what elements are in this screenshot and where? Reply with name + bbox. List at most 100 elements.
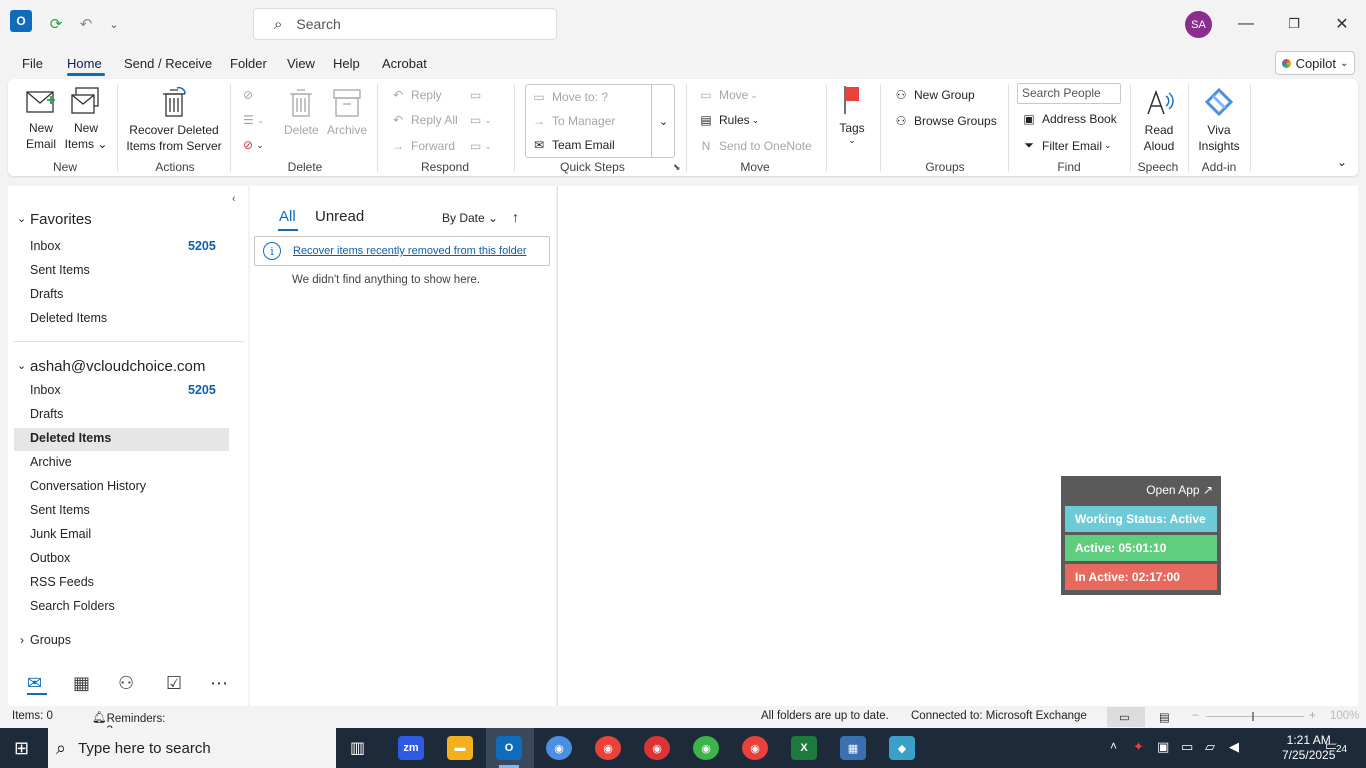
- filter-email-button[interactable]: ⏷ Filter Email ⌄: [1021, 138, 1111, 153]
- chrome-icon[interactable]: ◉: [546, 736, 572, 760]
- app-icon[interactable]: ◆: [889, 736, 915, 760]
- filter-tab-all[interactable]: All: [279, 208, 296, 225]
- tags-button[interactable]: Tags ⌄: [834, 84, 870, 145]
- acrobat-tray-icon[interactable]: ✦: [1133, 739, 1144, 755]
- task-view-icon[interactable]: ▥: [350, 738, 365, 758]
- copilot-button[interactable]: Copilot ⌄: [1275, 51, 1355, 75]
- folder-sent-items[interactable]: Sent Items: [30, 503, 90, 517]
- send-to-onenote-button[interactable]: N Send to OneNote: [698, 139, 812, 153]
- folder-drafts[interactable]: Drafts: [30, 407, 63, 421]
- tray-icon[interactable]: ▣: [1157, 739, 1169, 755]
- recover-items-link[interactable]: Recover items recently removed from this…: [293, 245, 527, 257]
- quick-step-move-to[interactable]: ▭ Move to: ?: [531, 90, 608, 104]
- taskbar-search-input[interactable]: ⌕ Type here to search: [48, 728, 336, 768]
- new-group-button[interactable]: ⚇ New Group: [893, 88, 975, 102]
- maximize-icon[interactable]: ❐: [1282, 12, 1306, 36]
- sort-by-button[interactable]: By Date ⌄: [442, 211, 498, 225]
- calendar-icon[interactable]: ▦: [73, 673, 90, 694]
- zoom-in-icon[interactable]: +: [1309, 710, 1316, 722]
- close-icon[interactable]: ✕: [1330, 12, 1354, 36]
- collapse-pane-icon[interactable]: ‹: [232, 193, 236, 205]
- calculator-icon[interactable]: ▦: [840, 736, 866, 760]
- folder-conversation-history[interactable]: Conversation History: [30, 479, 146, 493]
- browse-groups-button[interactable]: ⚇ Browse Groups: [893, 114, 997, 128]
- archive-button[interactable]: Archive: [324, 86, 370, 138]
- move-button[interactable]: ▭ Move ⌄: [698, 88, 758, 102]
- dialog-launcher-icon[interactable]: ⬊: [673, 162, 681, 173]
- zoom-app-icon[interactable]: zm: [398, 736, 424, 760]
- windows-start-icon[interactable]: ⊞: [14, 738, 29, 759]
- account-header[interactable]: ashah@vcloudchoice.com: [30, 358, 205, 375]
- file-explorer-icon[interactable]: ▬: [447, 736, 473, 760]
- chrome-icon[interactable]: ◉: [644, 736, 670, 760]
- tab-send-receive[interactable]: Send / Receive: [124, 54, 212, 73]
- tab-acrobat[interactable]: Acrobat: [382, 54, 427, 73]
- chevron-down-icon[interactable]: ⌄: [17, 359, 26, 372]
- open-app-button[interactable]: Open App ↗: [1146, 483, 1213, 497]
- search-people-input[interactable]: Search People: [1017, 83, 1121, 104]
- junk-icon[interactable]: ⊘ ⌄: [243, 138, 264, 152]
- folder-archive[interactable]: Archive: [30, 455, 72, 469]
- tab-help[interactable]: Help: [333, 54, 360, 73]
- quick-steps-more-button[interactable]: ⌄: [651, 84, 675, 158]
- chrome-icon[interactable]: ◉: [742, 736, 768, 760]
- address-book-button[interactable]: ▣ Address Book: [1021, 112, 1116, 126]
- zoom-slider[interactable]: [1206, 716, 1304, 717]
- folder-inbox[interactable]: Inbox: [30, 383, 61, 397]
- chrome-icon[interactable]: ◉: [595, 736, 621, 760]
- sort-direction-icon[interactable]: ↑: [512, 209, 519, 225]
- folder-outbox[interactable]: Outbox: [30, 551, 70, 565]
- delete-button[interactable]: Delete: [284, 86, 319, 138]
- tab-file[interactable]: File: [22, 54, 43, 73]
- zoom-level[interactable]: 100%: [1330, 710, 1359, 722]
- excel-icon[interactable]: X: [791, 736, 817, 760]
- favorites-header[interactable]: Favorites: [30, 211, 92, 228]
- forward-button[interactable]: → Forward: [390, 139, 455, 153]
- fav-deleted-items[interactable]: Deleted Items: [30, 311, 107, 325]
- groups-header[interactable]: Groups: [30, 633, 71, 647]
- tasks-icon[interactable]: ☑: [166, 673, 182, 694]
- tab-folder[interactable]: Folder: [230, 54, 267, 73]
- avatar[interactable]: SA: [1185, 11, 1212, 38]
- people-icon[interactable]: ⚇: [118, 673, 134, 694]
- rules-button[interactable]: ▤ Rules ⌄: [698, 113, 759, 127]
- quick-step-to-manager[interactable]: → To Manager: [531, 114, 615, 128]
- minimize-icon[interactable]: —: [1234, 12, 1258, 36]
- chevron-up-icon[interactable]: ˄: [1110, 739, 1117, 753]
- zoom-out-icon[interactable]: −: [1192, 710, 1199, 722]
- chevron-down-icon[interactable]: ⌄: [17, 212, 26, 225]
- volume-icon[interactable]: ◀︎: [1229, 739, 1239, 755]
- customize-toolbar-icon[interactable]: ⌄: [100, 10, 128, 38]
- collapse-ribbon-icon[interactable]: ⌄: [1337, 155, 1347, 169]
- outlook-taskbar-icon[interactable]: O: [496, 736, 522, 760]
- new-items-button[interactable]: New Items ⌄: [64, 86, 108, 152]
- search-input[interactable]: ⌕ Search: [253, 8, 557, 40]
- viva-insights-button[interactable]: Viva Insights: [1196, 86, 1242, 154]
- read-aloud-button[interactable]: Read Aloud: [1138, 86, 1180, 154]
- sync-icon[interactable]: ⟳: [42, 10, 70, 38]
- more-apps-icon[interactable]: ⋯: [210, 673, 228, 694]
- reminders[interactable]: 🔔︎ Reminders: 3: [92, 710, 165, 737]
- reply-all-button[interactable]: ↶ Reply All: [390, 113, 458, 127]
- tab-home[interactable]: Home: [67, 54, 102, 73]
- undo-icon[interactable]: ↶: [72, 10, 100, 38]
- quick-step-team-email[interactable]: ✉ Team Email: [531, 138, 615, 152]
- chevron-right-icon[interactable]: ›: [20, 633, 24, 647]
- folder-search-folders[interactable]: Search Folders: [30, 599, 115, 613]
- recover-deleted-items-button[interactable]: Recover Deleted Items from Server: [124, 86, 224, 154]
- zoom-thumb[interactable]: [1252, 712, 1254, 721]
- reply-button[interactable]: ↶ Reply: [390, 88, 442, 102]
- network-icon[interactable]: ▱: [1205, 739, 1215, 755]
- fav-sent-items[interactable]: Sent Items: [30, 263, 90, 277]
- mail-icon[interactable]: ✉: [27, 673, 42, 694]
- chrome-icon[interactable]: ◉: [693, 736, 719, 760]
- folder-junk-email[interactable]: Junk Email: [30, 527, 91, 541]
- filter-tab-unread[interactable]: Unread: [315, 208, 364, 225]
- tab-view[interactable]: View: [287, 54, 315, 73]
- folder-rss-feeds[interactable]: RSS Feeds: [30, 575, 94, 589]
- fav-inbox[interactable]: Inbox: [30, 239, 61, 253]
- battery-icon[interactable]: ▭: [1181, 739, 1193, 755]
- folder-deleted-items[interactable]: Deleted Items: [30, 431, 111, 445]
- fav-drafts[interactable]: Drafts: [30, 287, 63, 301]
- new-email-button[interactable]: New Email: [22, 86, 60, 152]
